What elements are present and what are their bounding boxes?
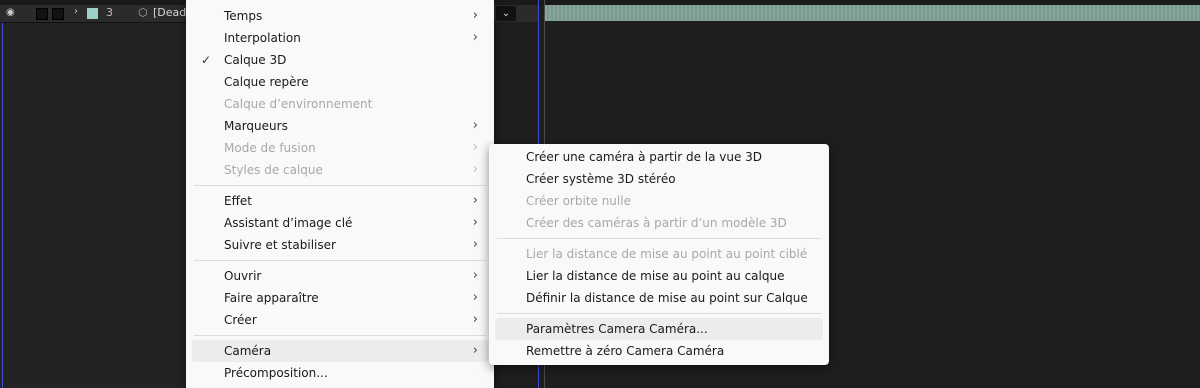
chevron-right-icon: › [472, 8, 478, 23]
checkmark-icon: ✓ [201, 53, 212, 67]
menu-item-styles-de-calque: Styles de calque › [192, 159, 488, 181]
submenu-item-label: Définir la distance de mise au point sur… [526, 291, 808, 305]
submenu-item-definir-distance-calque[interactable]: Définir la distance de mise au point sur… [495, 287, 823, 309]
layer-context-menu: Temps › Interpolation › ✓ Calque 3D Calq… [186, 0, 494, 388]
camera-submenu: Créer une caméra à partir de la vue 3D C… [489, 144, 829, 365]
submenu-item-label: Lier la distance de mise au point au cal… [526, 269, 785, 283]
menu-item-label: Calque d’environnement [224, 97, 373, 111]
menu-item-calque-3d[interactable]: ✓ Calque 3D [192, 49, 488, 71]
menu-separator [497, 238, 821, 239]
expand-arrow-icon[interactable]: › [74, 6, 78, 17]
menu-item-label: Ouvrir [224, 269, 262, 283]
menu-item-precomposition[interactable]: Précomposition... [192, 362, 488, 384]
submenu-item-label: Remettre à zéro Camera Caméra [526, 344, 725, 358]
menu-item-marqueurs[interactable]: Marqueurs › [192, 115, 488, 137]
timeline-left-edge-line [2, 22, 3, 388]
submenu-item-label: Paramètres Camera Caméra... [526, 322, 708, 336]
submenu-item-creer-systeme-3d-stereo[interactable]: Créer système 3D stéréo [495, 168, 823, 190]
menu-separator [497, 313, 821, 314]
chevron-down-icon[interactable]: ⌄ [496, 6, 516, 21]
menu-separator [194, 260, 486, 261]
audio-toggle[interactable] [36, 8, 48, 20]
timeline-layer-panel [0, 0, 186, 388]
chevron-right-icon: › [472, 343, 478, 358]
menu-item-label: Calque repère [224, 75, 309, 89]
chevron-right-icon: › [472, 30, 478, 45]
submenu-item-creer-camera-vue-3d[interactable]: Créer une caméra à partir de la vue 3D [495, 146, 823, 168]
submenu-item-parametres-camera[interactable]: Paramètres Camera Caméra... [495, 318, 823, 340]
eye-icon[interactable]: ◉ [6, 7, 20, 19]
menu-item-temps[interactable]: Temps › [192, 5, 488, 27]
menu-item-faire-apparaitre[interactable]: Faire apparaître › [192, 287, 488, 309]
menu-item-camera[interactable]: Caméra › [192, 340, 488, 362]
menu-item-calque-environnement: Calque d’environnement [192, 93, 488, 115]
menu-item-label: Effet [224, 194, 252, 208]
submenu-item-remettre-zero-camera[interactable]: Remettre à zéro Camera Caméra [495, 340, 823, 362]
menu-item-assistant-image-cle[interactable]: Assistant d’image clé › [192, 212, 488, 234]
menu-separator [194, 185, 486, 186]
menu-item-effet[interactable]: Effet › [192, 190, 488, 212]
submenu-item-creer-orbite-nulle: Créer orbite nulle [495, 190, 823, 212]
menu-item-interpolation[interactable]: Interpolation › [192, 27, 488, 49]
submenu-item-label: Créer une caméra à partir de la vue 3D [526, 150, 763, 164]
layer-row[interactable]: ◉ › 3 ⬡ [Dead [0, 5, 186, 23]
chevron-right-icon: › [472, 193, 478, 208]
menu-item-label: Suivre et stabiliser [224, 238, 336, 252]
menu-item-label: Interpolation [224, 31, 301, 45]
layer-label-color[interactable] [87, 8, 98, 19]
chevron-right-icon: › [472, 268, 478, 283]
chevron-right-icon: › [472, 312, 478, 327]
menu-item-creer[interactable]: Créer › [192, 309, 488, 331]
menu-item-label: Calque 3D [224, 53, 287, 67]
layer-duration-bar[interactable] [545, 5, 1200, 21]
chevron-right-icon: › [472, 290, 478, 305]
menu-item-label: Temps [224, 9, 263, 23]
menu-item-label: Caméra [224, 344, 272, 358]
menu-item-suivre-stabiliser[interactable]: Suivre et stabiliser › [192, 234, 488, 256]
layer-name[interactable]: [Dead [153, 6, 186, 19]
submenu-item-label: Créer orbite nulle [526, 194, 631, 208]
menu-item-label: Styles de calque [224, 163, 323, 177]
menu-item-ouvrir[interactable]: Ouvrir › [192, 265, 488, 287]
submenu-item-label: Créer système 3D stéréo [526, 172, 676, 186]
menu-item-label: Marqueurs [224, 119, 288, 133]
chevron-right-icon: › [472, 162, 478, 177]
menu-item-label: Mode de fusion [224, 141, 316, 155]
menu-item-label: Assistant d’image clé [224, 216, 353, 230]
menu-separator [194, 335, 486, 336]
chevron-right-icon: › [472, 118, 478, 133]
menu-item-mode-de-fusion: Mode de fusion › [192, 137, 488, 159]
submenu-item-lier-calque[interactable]: Lier la distance de mise au point au cal… [495, 265, 823, 287]
submenu-item-label: Créer des caméras à partir d’un modèle 3… [526, 216, 787, 230]
submenu-item-creer-cameras-modele-3d: Créer des caméras à partir d’un modèle 3… [495, 212, 823, 234]
menu-item-label: Précomposition... [224, 366, 328, 380]
menu-item-label: Créer [224, 313, 257, 327]
submenu-item-lier-point-cible: Lier la distance de mise au point au poi… [495, 243, 823, 265]
chevron-right-icon: › [472, 215, 478, 230]
menu-item-calque-repere[interactable]: Calque repère [192, 71, 488, 93]
layer-number: 3 [106, 6, 113, 19]
solo-toggle[interactable] [52, 8, 64, 20]
3d-layer-cube-icon: ⬡ [138, 6, 148, 19]
chevron-right-icon: › [472, 140, 478, 155]
submenu-item-label: Lier la distance de mise au point au poi… [526, 247, 808, 261]
chevron-right-icon: › [472, 237, 478, 252]
menu-item-label: Faire apparaître [224, 291, 319, 305]
